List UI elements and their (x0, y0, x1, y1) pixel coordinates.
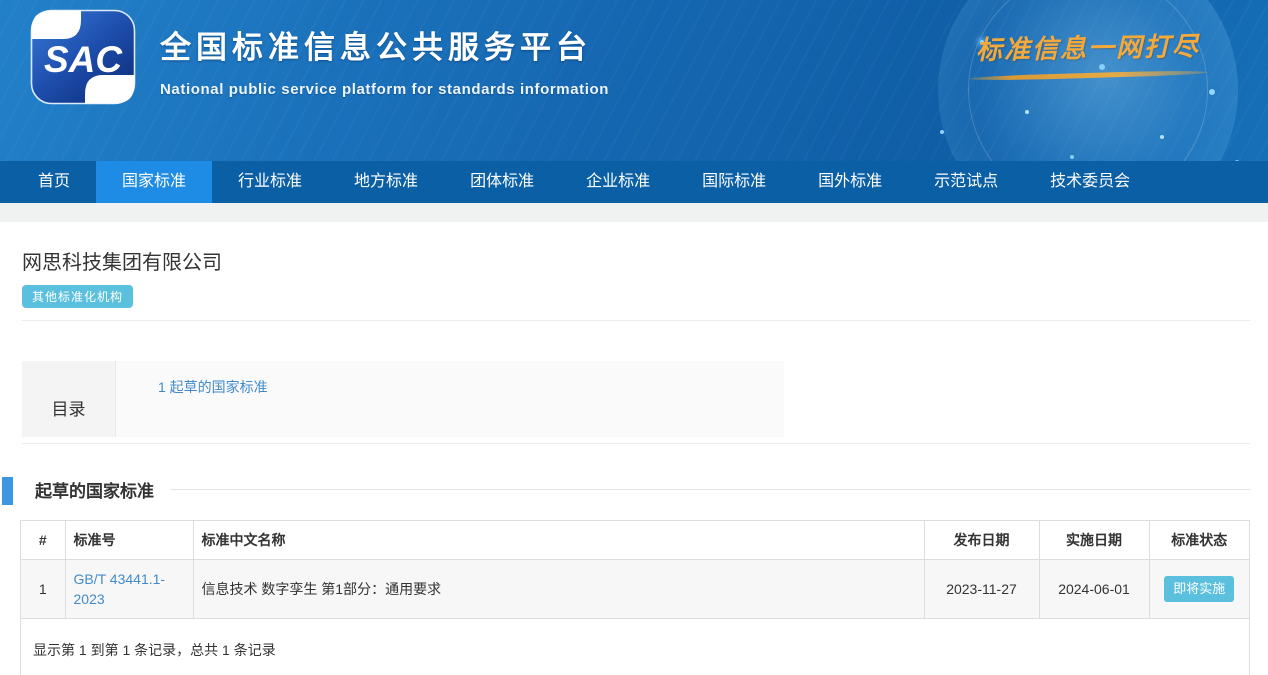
nav-item-enterprise-standards[interactable]: 企业标准 (560, 161, 676, 203)
cell-standard-name: 信息技术 数字孪生 第1部分：通用要求 (193, 560, 924, 619)
col-header-standard-no: 标准号 (65, 521, 193, 560)
toc-link-drafted-standards[interactable]: 1 起草的国家标准 (158, 379, 268, 395)
organization-type-badge: 其他标准化机构 (22, 285, 133, 308)
site-header: SAC 全国标准信息公共服务平台 National public service… (0, 0, 1268, 161)
organization-name: 网思科技集团有限公司 (22, 246, 1250, 275)
nav-item-international-standards[interactable]: 国际标准 (676, 161, 792, 203)
standard-number-link[interactable]: GB/T 43441.1-2023 (74, 571, 166, 607)
col-header-status: 标准状态 (1149, 521, 1249, 560)
nav-item-group-standards[interactable]: 团体标准 (444, 161, 560, 203)
col-header-implement-date: 实施日期 (1039, 521, 1149, 560)
brand-block: 全国标准信息公共服务平台 National public service pla… (160, 22, 609, 98)
standards-table: # 标准号 标准中文名称 发布日期 实施日期 标准状态 1 GB/T 43441… (21, 521, 1249, 619)
main-navbar: 首页 国家标准 行业标准 地方标准 团体标准 企业标准 国际标准 国外标准 示范… (0, 161, 1268, 203)
table-row: 1 GB/T 43441.1-2023 信息技术 数字孪生 第1部分：通用要求 … (21, 560, 1249, 619)
toc-label: 目录 (22, 361, 115, 437)
standards-table-container: # 标准号 标准中文名称 发布日期 实施日期 标准状态 1 GB/T 43441… (20, 520, 1250, 675)
nav-item-home[interactable]: 首页 (12, 161, 96, 203)
col-header-chinese-name: 标准中文名称 (193, 521, 924, 560)
globe-graphic (938, 0, 1238, 161)
section-rule-line (170, 489, 1250, 490)
nav-item-pilot-demo[interactable]: 示范试点 (908, 161, 1024, 203)
nav-list: 首页 国家标准 行业标准 地方标准 团体标准 企业标准 国际标准 国外标准 示范… (0, 161, 1268, 203)
section-header: 起草的国家标准 (0, 477, 1268, 502)
toc-box: 目录 1 起草的国家标准 (22, 361, 784, 437)
main-content: 网思科技集团有限公司 其他标准化机构 目录 1 起草的国家标准 (0, 246, 1268, 444)
header-content-separator (0, 203, 1268, 222)
section-marker-bar (2, 477, 13, 505)
cell-index: 1 (21, 560, 65, 619)
sac-logo[interactable]: SAC (30, 9, 136, 110)
nav-item-industry-standards[interactable]: 行业标准 (212, 161, 328, 203)
table-header-row: # 标准号 标准中文名称 发布日期 实施日期 标准状态 (21, 521, 1249, 560)
nav-item-technical-committee[interactable]: 技术委员会 (1024, 161, 1156, 203)
slogan-block: 标准信息一网打尽 (958, 28, 1218, 78)
section-title: 起草的国家标准 (35, 477, 154, 502)
nav-item-local-standards[interactable]: 地方标准 (328, 161, 444, 203)
svg-text:SAC: SAC (44, 39, 123, 80)
nav-item-national-standards[interactable]: 国家标准 (96, 161, 212, 203)
toc-content: 1 起草的国家标准 (115, 361, 784, 437)
slogan-text: 标准信息一网打尽 (958, 26, 1219, 68)
divider (22, 443, 1250, 444)
cell-publish-date: 2023-11-27 (924, 560, 1039, 619)
site-subtitle: National public service platform for sta… (160, 81, 609, 98)
cell-standard-no: GB/T 43441.1-2023 (65, 560, 193, 619)
cell-status: 即将实施 (1149, 560, 1249, 619)
col-header-publish-date: 发布日期 (924, 521, 1039, 560)
status-badge: 即将实施 (1164, 576, 1234, 602)
sac-logo-icon: SAC (30, 9, 136, 105)
col-header-index: # (21, 521, 65, 560)
records-summary: 显示第 1 到第 1 条记录，总共 1 条记录 (21, 619, 1249, 675)
cell-implement-date: 2024-06-01 (1039, 560, 1149, 619)
site-title: 全国标准信息公共服务平台 (160, 22, 609, 67)
nav-item-foreign-standards[interactable]: 国外标准 (792, 161, 908, 203)
divider (22, 320, 1250, 321)
